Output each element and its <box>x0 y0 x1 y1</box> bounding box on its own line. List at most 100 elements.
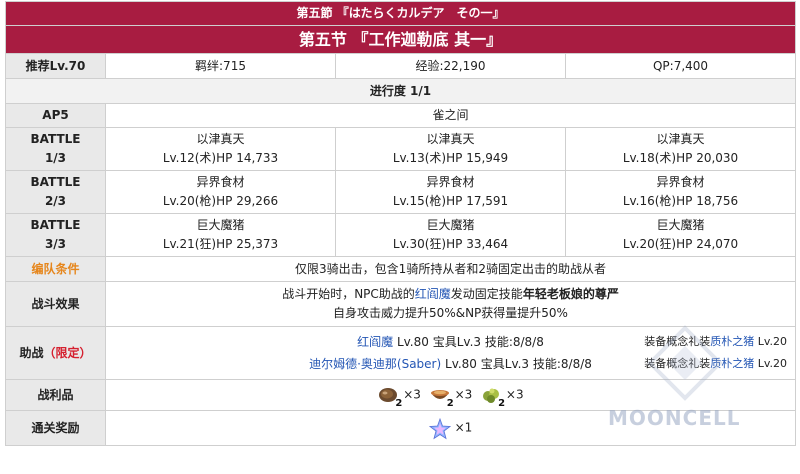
bowl-icon: 2 <box>429 385 454 409</box>
battle-label-wave: 3/3 <box>44 237 67 251</box>
enemy-name[interactable]: 巨大魔猪 <box>426 218 474 232</box>
progress-row: 进行度 1/1 <box>4 78 797 104</box>
enemy-stat: Lv.12(术)HP 14,733 <box>162 151 279 165</box>
support-cell: 红阎魔 Lv.80 宝具Lv.3 技能:8/8/8 装备概念礼装质朴之猪 Lv.… <box>104 326 797 380</box>
drop-item[interactable]: 2 ×3 <box>480 385 524 409</box>
clear-reward-label: 通关奖励 <box>5 410 106 446</box>
bond-value: 羁绊:715 <box>105 53 336 79</box>
enemy-cell: 巨大魔猪 Lv.21(狂)HP 25,373 <box>105 213 336 257</box>
enemy-cell: 以津真天 Lv.13(术)HP 15,949 <box>335 127 566 171</box>
enemy-name[interactable]: 异界食材 <box>657 175 705 189</box>
enemy-stat: Lv.20(狂)HP 24,070 <box>622 237 739 251</box>
battle-row-1: BATTLE 1/3 以津真天 Lv.12(术)HP 14,733 以津真天 Lv.1… <box>5 127 797 171</box>
enemy-stat: Lv.18(术)HP 20,030 <box>622 151 739 165</box>
enemy-stat: Lv.15(枪)HP 17,591 <box>392 194 509 208</box>
enemy-cell: 异界食材 Lv.15(枪)HP 17,591 <box>335 170 566 214</box>
battle-label: BATTLE 1/3 <box>5 127 106 171</box>
effect-line1-prefix: 战斗开始时，NPC助战的 <box>282 287 415 301</box>
enemy-name[interactable]: 异界食材 <box>426 175 474 189</box>
support-servant-link[interactable]: 迪尔姆德·奥迪那(Saber) <box>309 357 441 371</box>
battle-label: BATTLE 2/3 <box>5 170 106 214</box>
enemy-cell: 以津真天 Lv.12(术)HP 14,733 <box>105 127 336 171</box>
exp-value: 经验:22,190 <box>335 53 566 79</box>
battle-label-top: BATTLE <box>30 132 81 146</box>
drop-item[interactable]: 2 ×3 <box>429 385 473 409</box>
battle-row-3: BATTLE 3/3 巨大魔猪 Lv.21(狂)HP 25,373 巨大魔猪 Lv.3… <box>5 213 797 257</box>
ce-link[interactable]: 质朴之猪 <box>710 335 754 348</box>
watermark-text: MOONCELL <box>608 406 741 430</box>
drop-qty: ×3 <box>454 387 473 402</box>
drop-badge: 2 <box>498 398 506 409</box>
formation-label: 编队条件 <box>5 256 106 282</box>
enemy-name[interactable]: 以津真天 <box>196 132 244 146</box>
ap-label: AP5 <box>5 103 106 128</box>
saint-quartz-icon <box>428 417 451 440</box>
battle-label-top: BATTLE <box>30 218 81 232</box>
battle-label-wave: 1/3 <box>44 151 67 165</box>
enemy-name[interactable]: 以津真天 <box>657 132 705 146</box>
quest-table: 第五節 『はたらくカルデア その一』 第五节 『工作迦勒底 其一』 推荐Lv.7… <box>4 1 797 446</box>
enemy-stat: Lv.30(狂)HP 33,464 <box>392 237 509 251</box>
enemy-stat: Lv.21(狂)HP 25,373 <box>162 237 279 251</box>
enemy-cell: 巨大魔猪 Lv.30(狂)HP 33,464 <box>335 213 566 257</box>
enemy-name[interactable]: 巨大魔猪 <box>657 218 705 232</box>
enemy-cell: 巨大魔猪 Lv.20(狂)HP 24,070 <box>564 213 797 257</box>
formation-row: 编队条件 仅限3骑出击，包含1骑所持从者和2骑固定出击的助战从者 <box>5 256 797 282</box>
enemy-cell: 以津真天 Lv.18(术)HP 20,030 <box>564 127 797 171</box>
battle-label-top: BATTLE <box>30 175 81 189</box>
support-servant-link[interactable]: 红阎魔 <box>357 335 393 349</box>
effect-servant-link[interactable]: 红阎魔 <box>415 287 451 301</box>
support-label: 助战（限定） <box>5 326 106 380</box>
ce-level: Lv.20 <box>754 335 788 348</box>
effect-line1-mid: 发动固定技能 <box>450 287 523 301</box>
effect-row: 战斗效果 战斗开始时，NPC助战的红阎魔发动固定技能年轻老板娘的尊严 自身攻击威… <box>5 281 797 327</box>
progress-label: 进行度 1/1 <box>4 78 797 104</box>
enemy-name[interactable]: 异界食材 <box>196 175 244 189</box>
clear-reward-item[interactable]: ×1 <box>428 417 473 440</box>
ce-link[interactable]: 质朴之猪 <box>710 357 754 370</box>
effect-line2: 自身攻击威力提升50%&NP获得量提升50% <box>333 306 568 320</box>
ce-level: Lv.20 <box>754 357 788 370</box>
enemy-cell: 异界食材 Lv.20(枪)HP 29,266 <box>105 170 336 214</box>
location-name: 雀之间 <box>104 103 797 128</box>
battle-label: BATTLE 3/3 <box>5 213 106 257</box>
quest-title-cn: 第五节 『工作迦勒底 其一』 <box>4 25 797 54</box>
drop-qty: ×3 <box>403 387 421 402</box>
battle-label-wave: 2/3 <box>44 194 67 208</box>
effect-label: 战斗效果 <box>5 281 106 327</box>
quest-title-jp: 第五節 『はたらくカルデア その一』 <box>4 1 797 26</box>
enemy-stat: Lv.20(枪)HP 29,266 <box>162 194 279 208</box>
ce-prefix: 装备概念礼装 <box>644 357 711 370</box>
drops-label: 战利品 <box>5 379 106 411</box>
battle-row-2: BATTLE 2/3 异界食材 Lv.20(枪)HP 29,266 异界食材 Lv.1… <box>5 170 797 214</box>
drop-badge: 2 <box>395 398 403 409</box>
formation-text: 仅限3骑出击，包含1骑所持从者和2骑固定出击的助战从者 <box>104 256 797 282</box>
support-servant-detail: Lv.80 宝具Lv.3 技能:8/8/8 <box>393 335 544 349</box>
support-label-main: 助战 <box>19 345 44 360</box>
quest-info-panel: 第五節 『はたらくカルデア その一』 第五节 『工作迦勒底 其一』 推荐Lv.7… <box>0 0 800 474</box>
support-entry: 迪尔姆德·奥迪那(Saber) Lv.80 宝具Lv.3 技能:8/8/8 装备… <box>110 353 791 375</box>
enemy-cell: 异界食材 Lv.16(枪)HP 18,756 <box>564 170 797 214</box>
enemy-name[interactable]: 以津真天 <box>426 132 474 146</box>
support-label-limited: （限定） <box>43 345 92 360</box>
clear-reward-qty: ×1 <box>454 420 473 435</box>
support-entry: 红阎魔 Lv.80 宝具Lv.3 技能:8/8/8 装备概念礼装质朴之猪 Lv.… <box>110 331 791 353</box>
enemy-name[interactable]: 巨大魔猪 <box>196 218 244 232</box>
info-row: 推荐Lv.70 羁绊:715 经验:22,190 QP:7,400 <box>5 53 797 79</box>
ap-row: AP5 雀之间 <box>5 103 797 128</box>
header-row-cn: 第五节 『工作迦勒底 其一』 <box>4 25 797 54</box>
qp-value: QP:7,400 <box>564 53 797 79</box>
drop-qty: ×3 <box>505 387 524 402</box>
meat-icon: 2 <box>377 385 402 409</box>
recommended-level: 推荐Lv.70 <box>5 53 106 79</box>
support-row: 助战（限定） 红阎魔 Lv.80 宝具Lv.3 技能:8/8/8 装备概念礼装质… <box>5 326 797 380</box>
support-servant-detail: Lv.80 宝具Lv.3 技能:8/8/8 <box>441 357 592 371</box>
enemy-stat: Lv.16(枪)HP 18,756 <box>622 194 739 208</box>
drop-badge: 2 <box>446 398 454 409</box>
enemy-stat: Lv.13(术)HP 15,949 <box>392 151 509 165</box>
header-row-jp: 第五節 『はたらくカルデア その一』 <box>4 1 797 26</box>
ce-prefix: 装备概念礼装 <box>644 335 711 348</box>
drop-item[interactable]: 2 ×3 <box>377 385 421 409</box>
effect-skill-name: 年轻老板娘的尊严 <box>522 287 619 301</box>
effect-text: 战斗开始时，NPC助战的红阎魔发动固定技能年轻老板娘的尊严 自身攻击威力提升50… <box>104 281 797 327</box>
